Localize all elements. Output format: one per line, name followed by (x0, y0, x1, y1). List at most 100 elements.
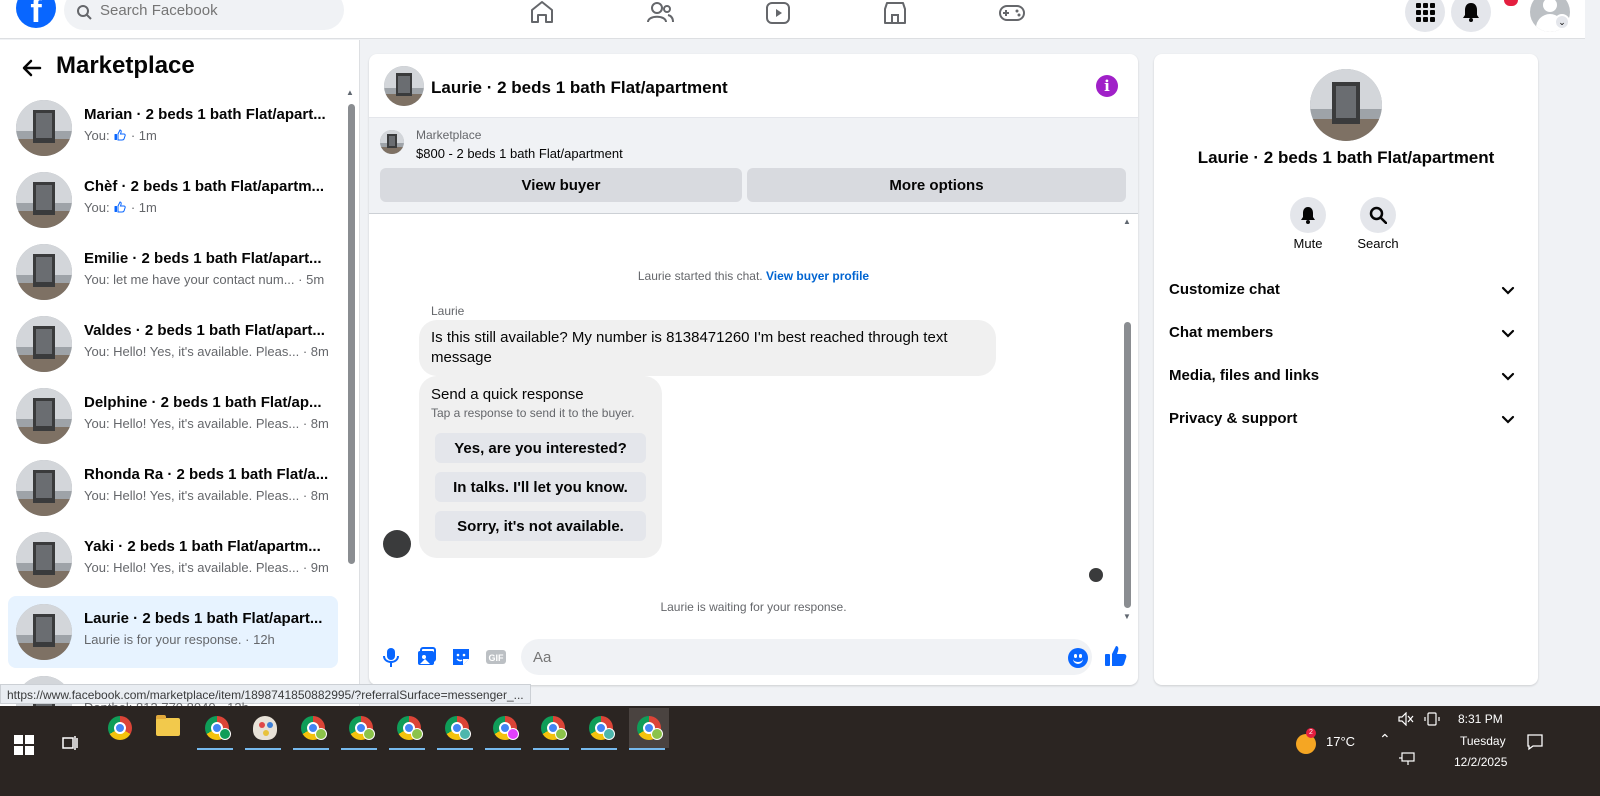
chrome-profile-icon[interactable] (437, 708, 477, 750)
chat-started-notice: Laurie started this chat. View buyer pro… (369, 269, 1138, 283)
conversation-name: Laurie · 2 beds 1 bath Flat/apart... (84, 610, 323, 627)
conversation-item[interactable]: Valdes · 2 beds 1 bath Flat/apart... You:… (8, 308, 338, 380)
friends-icon[interactable] (646, 0, 674, 26)
windows-taskbar: 2 17°C ⌃ 8:31 PM Tuesday 12/2/2025 (0, 706, 1600, 796)
waiting-notice: Laurie is waiting for your response. (660, 600, 847, 614)
window-scrollbar[interactable] (1585, 0, 1600, 706)
preview-time: · 12h (245, 632, 275, 647)
chat-scroll-up-arrow[interactable]: ▲ (1123, 217, 1131, 226)
device-icon[interactable] (1424, 712, 1440, 726)
preview-time: · 8m (302, 344, 329, 359)
windows-start-button[interactable] (14, 735, 34, 755)
more-options-button[interactable]: More options (747, 168, 1126, 202)
view-buyer-profile-link[interactable]: View buyer profile (766, 269, 869, 283)
chrome-app-icon[interactable] (100, 708, 140, 748)
conversation-item[interactable]: Chèf · 2 beds 1 bath Flat/apartm... You: … (8, 164, 338, 236)
preview-time: · 8m (302, 488, 329, 503)
clock-time[interactable]: 8:31 PM (1458, 712, 1503, 726)
action-center-icon[interactable] (1526, 733, 1544, 751)
menu-button[interactable] (1405, 0, 1445, 32)
task-view-icon[interactable] (62, 734, 78, 752)
facebook-logo[interactable]: f (16, 0, 56, 28)
privacy-support-section[interactable]: Privacy & support (1162, 399, 1530, 439)
search-label: Search (1357, 236, 1399, 251)
message-bubble[interactable]: Is this still available? My number is 81… (419, 320, 996, 376)
chrome-profile-icon-active[interactable] (629, 708, 669, 750)
customize-chat-section[interactable]: Customize chat (1162, 270, 1530, 310)
chrome-profile-icon[interactable] (581, 708, 621, 750)
preview-text: You: let me have your contact num... (84, 272, 295, 287)
home-icon[interactable] (528, 0, 556, 26)
gif-icon[interactable]: GIF (485, 646, 507, 668)
temperature[interactable]: 17°C (1326, 734, 1355, 749)
chrome-profile-icon[interactable] (533, 708, 573, 750)
conversation-preview: You: · 1m (84, 128, 329, 143)
preview-prefix: You: (84, 128, 110, 143)
info-icon[interactable]: i (1096, 75, 1118, 97)
chrome-profile-icon[interactable] (485, 708, 525, 750)
search-box[interactable] (64, 0, 344, 30)
chrome-profile-icon[interactable] (293, 708, 333, 750)
notification-badge (1504, 0, 1518, 6)
file-explorer-icon[interactable] (148, 708, 188, 748)
conversation-sidebar: Marketplace Marian · 2 beds 1 bath Flat/… (0, 40, 360, 706)
chrome-profile-icon[interactable] (197, 708, 237, 750)
section-label: Customize chat (1169, 281, 1280, 298)
watch-icon[interactable] (764, 0, 792, 26)
search-input[interactable] (100, 2, 320, 19)
clock-day[interactable]: Tuesday (1460, 734, 1506, 748)
message-input[interactable] (521, 639, 1092, 675)
conversation-preview: You: Hello! Yes, it's available. Pleas..… (84, 560, 329, 575)
search-in-conversation-button[interactable] (1360, 197, 1396, 233)
back-arrow-icon[interactable] (20, 56, 44, 80)
mute-button[interactable] (1290, 197, 1326, 233)
marketplace-icon[interactable] (881, 0, 909, 26)
conversation-item[interactable]: Delphine · 2 beds 1 bath Flat/ap... You: … (8, 380, 338, 452)
media-files-links-section[interactable]: Media, files and links (1162, 356, 1530, 396)
chat-scrollbar[interactable] (1124, 322, 1131, 608)
preview-text: You: Hello! Yes, it's available. Pleas..… (84, 416, 300, 431)
network-icon[interactable] (1398, 752, 1416, 766)
sender-avatar[interactable] (383, 530, 411, 558)
quick-response-in-talks-button[interactable]: In talks. I'll let you know. (435, 472, 646, 502)
chrome-profile-icon[interactable] (341, 708, 381, 750)
conversation-item[interactable]: Yaki · 2 beds 1 bath Flat/apartm... You: … (8, 524, 338, 596)
chat-title[interactable]: Laurie · 2 beds 1 bath Flat/apartment (431, 78, 728, 98)
sidebar-title: Marketplace (56, 52, 195, 79)
conversation-item[interactable]: Rhonda Ra · 2 beds 1 bath Flat/a... You: … (8, 452, 338, 524)
listing-thumbnail (16, 388, 72, 444)
chevron-up-icon[interactable]: ⌃ (1379, 731, 1391, 748)
conversation-item[interactable]: Marian · 2 beds 1 bath Flat/apart... You:… (8, 92, 338, 164)
microphone-icon[interactable] (380, 646, 402, 668)
gif-label: GIF (489, 653, 505, 663)
sticker-icon[interactable] (450, 646, 472, 668)
chevron-down-icon[interactable]: ⌄ (1554, 14, 1570, 30)
gaming-icon[interactable] (998, 0, 1026, 26)
listing-title[interactable]: $800 - 2 beds 1 bath Flat/apartment (416, 146, 623, 161)
bell-icon (1301, 207, 1315, 224)
sidebar-scrollbar[interactable] (348, 104, 355, 564)
conversation-item[interactable]: Laurie · 2 beds 1 bath Flat/apart... Laur… (8, 596, 338, 668)
clock-date[interactable]: 12/2/2025 (1454, 755, 1507, 769)
chat-members-section[interactable]: Chat members (1162, 313, 1530, 353)
emoji-icon[interactable] (1068, 648, 1088, 668)
preview-time: · 8m (302, 416, 329, 431)
scroll-up-arrow[interactable]: ▲ (346, 88, 354, 97)
chrome-profile-icon[interactable] (389, 708, 429, 750)
quick-response-not-available-button[interactable]: Sorry, it's not available. (435, 511, 646, 541)
info-listing-thumbnail (1310, 69, 1382, 141)
section-label: Media, files and links (1169, 367, 1320, 384)
listing-thumbnail-small (380, 130, 404, 154)
view-buyer-button[interactable]: View buyer (380, 168, 742, 202)
conversation-name: Delphine · 2 beds 1 bath Flat/ap... (84, 394, 322, 411)
quick-response-yes-button[interactable]: Yes, are you interested? (435, 433, 646, 463)
paint-app-icon[interactable] (245, 708, 285, 750)
photo-icon[interactable] (415, 646, 437, 668)
like-thumbs-up-icon[interactable] (1104, 644, 1128, 668)
volume-muted-icon[interactable] (1398, 712, 1414, 726)
thumbs-up-icon (114, 201, 126, 213)
notifications-button[interactable] (1451, 0, 1491, 32)
quick-response-subtitle: Tap a response to send it to the buyer. (431, 406, 635, 420)
conversation-item[interactable]: Emilie · 2 beds 1 bath Flat/apart... You:… (8, 236, 338, 308)
listing-thumbnail[interactable] (384, 66, 424, 106)
